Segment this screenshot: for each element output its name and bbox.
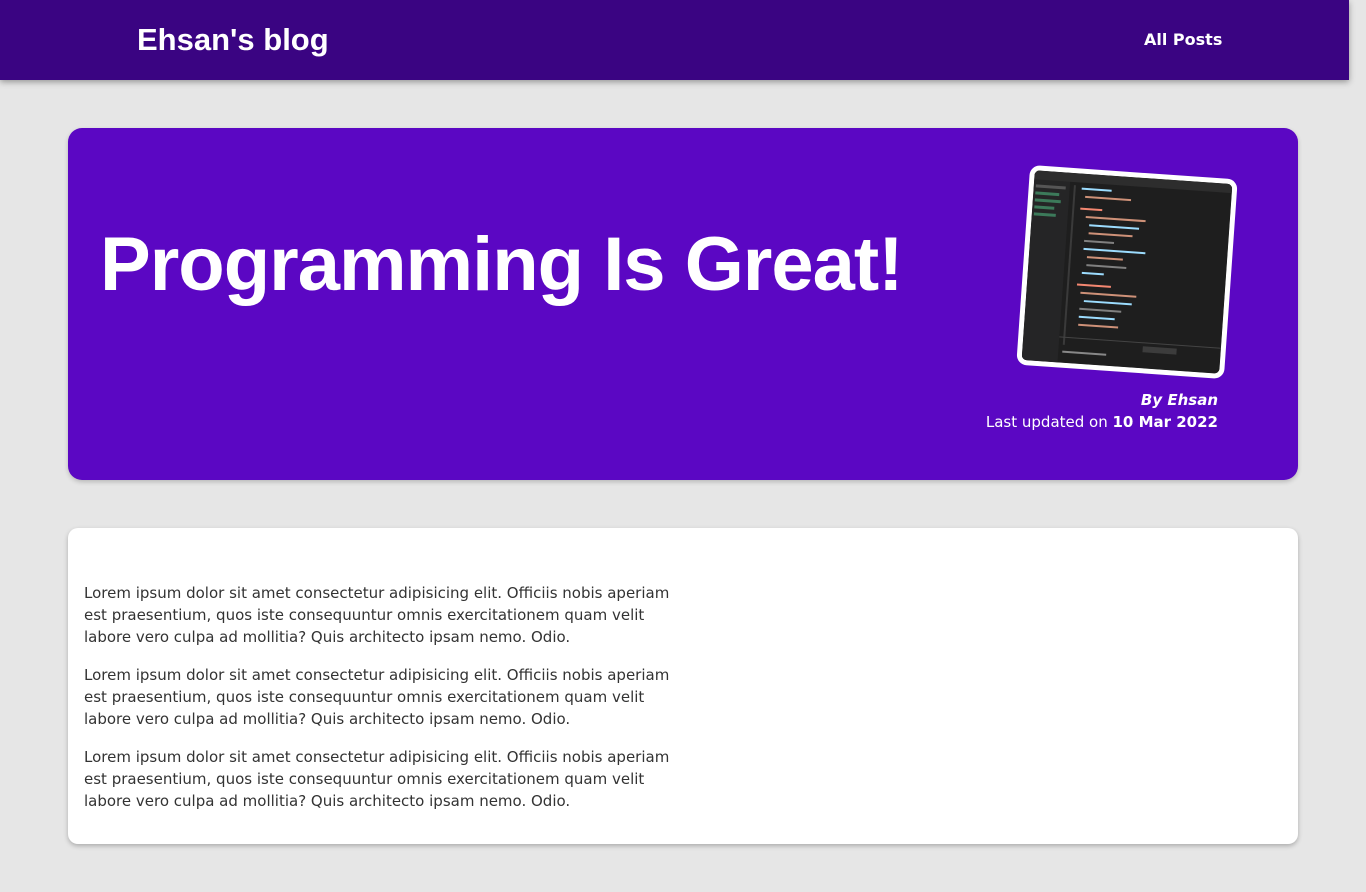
updated-prefix: Last updated on [985, 413, 1113, 431]
post-hero-banner: Programming Is Great! By Ehsan Last upda… [68, 128, 1298, 480]
nav-link-all-posts[interactable]: All Posts [1144, 29, 1222, 51]
post-author: By Ehsan [1140, 391, 1218, 409]
top-navbar: Ehsan's blog All Posts [0, 0, 1349, 80]
paragraph: Lorem ipsum dolor sit amet consectetur a… [84, 666, 670, 728]
post-updated-date: Last updated on 10 Mar 2022 [986, 412, 1218, 432]
post-content-card: Lorem ipsum dolor sit amet consectetur a… [68, 528, 1298, 844]
site-brand-link[interactable]: Ehsan's blog [137, 20, 329, 60]
paragraph: Lorem ipsum dolor sit amet consectetur a… [84, 584, 670, 646]
post-body: Lorem ipsum dolor sit amet consectetur a… [84, 582, 694, 828]
code-editor-screenshot-icon [1021, 170, 1233, 374]
paragraph: Lorem ipsum dolor sit amet consectetur a… [84, 748, 670, 810]
post-title: Programming Is Great! [100, 222, 904, 307]
updated-date-value: 10 Mar 2022 [1112, 413, 1218, 431]
post-cover-image [1016, 164, 1238, 380]
